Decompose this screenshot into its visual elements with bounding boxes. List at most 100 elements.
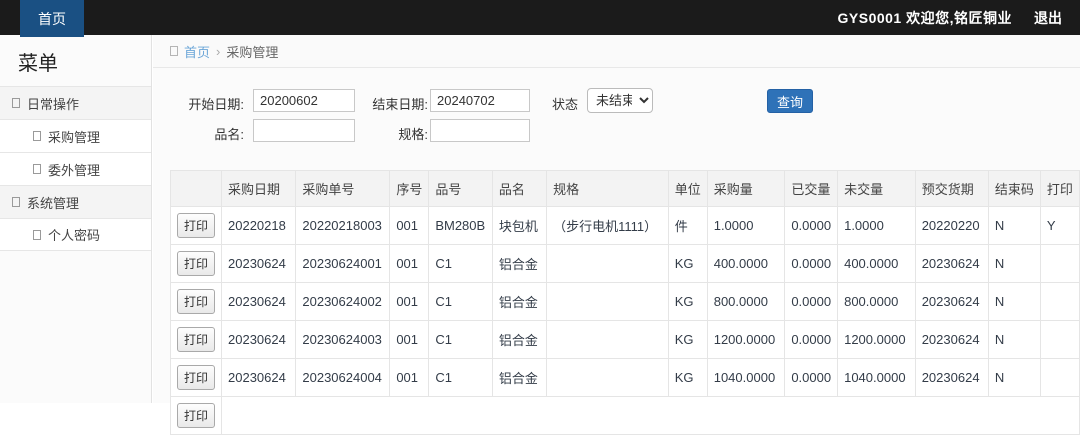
logout-link[interactable]: 退出 — [1034, 8, 1062, 28]
print-button[interactable]: 打印 — [177, 289, 215, 314]
print-button[interactable]: 打印 — [177, 403, 215, 428]
cell-due-date: 20220220 — [915, 207, 988, 245]
cell-due-date: 20230624 — [915, 359, 988, 397]
cell-item-name: 铝合金 — [492, 283, 546, 321]
cell-seq: 001 — [390, 207, 429, 245]
cell-spec: （步行电机1111） — [547, 207, 669, 245]
cell-qty: 1040.0000 — [707, 359, 785, 397]
welcome-text: GYS0001 欢迎您,铭匠铜业 — [838, 8, 1013, 28]
cell-end-code: N — [988, 359, 1040, 397]
cell-order-no: 20230624002 — [296, 283, 390, 321]
cell-end-code: N — [988, 321, 1040, 359]
status-select[interactable]: 未结束 — [587, 88, 653, 113]
cell-order-no: 20230624001 — [296, 245, 390, 283]
table-row-partial: 打印 — [171, 397, 1080, 435]
sidebar-item-personal-password[interactable]: 个人密码 — [0, 218, 151, 251]
cell-purchase-date: 20230624 — [222, 321, 296, 359]
col-header-unit: 单位 — [668, 171, 707, 207]
print-button[interactable]: 打印 — [177, 365, 215, 390]
sidebar-item-outsourcing-management[interactable]: 委外管理 — [0, 152, 151, 185]
cell-undelivered: 1200.0000 — [838, 321, 916, 359]
cell-item-name: 铝合金 — [492, 321, 546, 359]
menu-bullet-icon — [33, 131, 41, 141]
menu-bullet-icon — [12, 98, 20, 108]
status-label: 状态 — [548, 94, 578, 113]
table-row: 打印 20230624 20230624003 001 C1 铝合金 KG 12… — [171, 321, 1080, 359]
search-button[interactable]: 查询 — [767, 89, 813, 113]
cell-print-flag: Y — [1040, 207, 1079, 245]
breadcrumb: 首页 › 采购管理 — [153, 35, 1080, 68]
sidebar-title: 菜单 — [0, 35, 151, 86]
cell-unit: KG — [668, 245, 707, 283]
cell-qty: 1200.0000 — [707, 321, 785, 359]
col-header-item-no: 品号 — [429, 171, 493, 207]
start-date-input[interactable] — [253, 89, 355, 112]
cell-due-date: 20230624 — [915, 321, 988, 359]
col-header-qty: 采购量 — [707, 171, 785, 207]
col-header-end-code: 结束码 — [988, 171, 1040, 207]
cell-print-flag — [1040, 245, 1079, 283]
col-header-delivered: 已交量 — [785, 171, 838, 207]
col-header-print-flag: 打印 — [1040, 171, 1079, 207]
cell-order-no: 20230624003 — [296, 321, 390, 359]
cell-undelivered: 1.0000 — [838, 207, 916, 245]
table-row: 打印 20230624 20230624002 001 C1 铝合金 KG 80… — [171, 283, 1080, 321]
menu-bullet-icon — [33, 164, 41, 174]
table-row: 打印 20230624 20230624001 001 C1 铝合金 KG 40… — [171, 245, 1080, 283]
cell-delivered: 0.0000 — [785, 207, 838, 245]
print-button[interactable]: 打印 — [177, 251, 215, 276]
cell-delivered: 0.0000 — [785, 245, 838, 283]
cell-undelivered: 800.0000 — [838, 283, 916, 321]
cell-unit: KG — [668, 359, 707, 397]
end-date-label: 结束日期: — [357, 94, 428, 113]
cell-qty: 1.0000 — [707, 207, 785, 245]
breadcrumb-home-link[interactable]: 首页 — [184, 42, 210, 61]
spec-label: 规格: — [385, 124, 428, 143]
product-name-label: 品名: — [201, 124, 244, 143]
sidebar: 菜单 日常操作 采购管理 委外管理 系统管理 个人密码 — [0, 35, 152, 403]
cell-end-code: N — [988, 283, 1040, 321]
print-button[interactable]: 打印 — [177, 213, 215, 238]
sidebar-group-system-management[interactable]: 系统管理 — [0, 185, 151, 218]
col-header-item-name: 品名 — [492, 171, 546, 207]
col-header-due-date: 预交货期 — [915, 171, 988, 207]
sidebar-group-label: 系统管理 — [27, 193, 79, 212]
cell-spec — [547, 283, 669, 321]
filter-panel: 开始日期: 结束日期: 状态 未结束 查询 品名: 规格: — [153, 68, 1080, 168]
page-icon — [170, 46, 178, 56]
cell-item-name: 块包机 — [492, 207, 546, 245]
cell-end-code: N — [988, 245, 1040, 283]
menu-bullet-icon — [33, 230, 41, 240]
product-name-input[interactable] — [253, 119, 355, 142]
main-content: 首页 › 采购管理 开始日期: 结束日期: 状态 未结束 查询 品名: 规格: — [153, 35, 1080, 403]
sidebar-group-daily-operations[interactable]: 日常操作 — [0, 86, 151, 119]
home-tab[interactable]: 首页 — [20, 0, 84, 37]
cell-purchase-date: 20230624 — [222, 283, 296, 321]
cell-delivered: 0.0000 — [785, 283, 838, 321]
table-row: 打印 20220218 20220218003 001 BM280B 块包机 （… — [171, 207, 1080, 245]
cell-due-date: 20230624 — [915, 245, 988, 283]
partial-row-empty — [222, 397, 1080, 435]
spec-input[interactable] — [430, 119, 530, 142]
purchase-orders-table: 采购日期 采购单号 序号 品号 品名 规格 单位 采购量 已交量 未交量 预交货… — [170, 170, 1080, 435]
cell-item-name: 铝合金 — [492, 359, 546, 397]
sidebar-item-purchase-management[interactable]: 采购管理 — [0, 119, 151, 152]
sidebar-group-label: 日常操作 — [27, 94, 79, 113]
end-date-input[interactable] — [430, 89, 530, 112]
cell-unit: KG — [668, 283, 707, 321]
breadcrumb-current: 采购管理 — [226, 42, 278, 61]
cell-order-no: 20220218003 — [296, 207, 390, 245]
cell-purchase-date: 20230624 — [222, 359, 296, 397]
start-date-label: 开始日期: — [173, 94, 244, 113]
sidebar-item-label: 委外管理 — [48, 160, 100, 179]
sidebar-item-label: 采购管理 — [48, 127, 100, 146]
cell-seq: 001 — [390, 321, 429, 359]
sidebar-item-label: 个人密码 — [48, 225, 100, 244]
cell-qty: 400.0000 — [707, 245, 785, 283]
purchase-orders-table-wrap: 采购日期 采购单号 序号 品号 品名 规格 单位 采购量 已交量 未交量 预交货… — [170, 170, 1080, 435]
cell-seq: 001 — [390, 245, 429, 283]
cell-spec — [547, 245, 669, 283]
cell-qty: 800.0000 — [707, 283, 785, 321]
print-button[interactable]: 打印 — [177, 327, 215, 352]
cell-undelivered: 400.0000 — [838, 245, 916, 283]
